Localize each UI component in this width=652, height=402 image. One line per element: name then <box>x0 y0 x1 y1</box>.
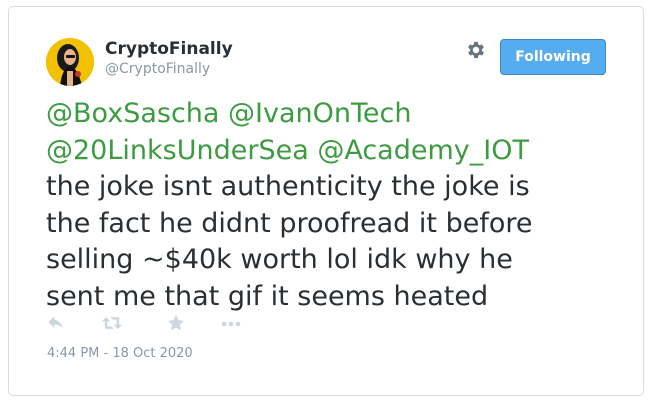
tweet-body-line: selling ~$40k worth lol idk why he <box>46 244 513 276</box>
gear-icon[interactable] <box>465 39 487 61</box>
tweet-body-line: sent me that gif it seems heated <box>46 280 489 312</box>
tweet-timestamp[interactable]: 4:44 PM - 18 Oct 2020 <box>47 346 193 361</box>
mention-link[interactable]: @20LinksUnderSea <box>46 135 309 166</box>
tweet-card: CryptoFinally @CryptoFinally Following @… <box>8 6 644 396</box>
tweet-text: @BoxSascha @IvanOnTech @20LinksUnderSea … <box>46 96 636 316</box>
retweet-icon[interactable] <box>101 313 123 335</box>
tweet-mentions-line-1: @BoxSascha @IvanOnTech <box>46 96 636 133</box>
tweet-body-line: the fact he didnt proofread it before <box>46 207 533 239</box>
avatar[interactable] <box>46 38 94 86</box>
author-handle[interactable]: @CryptoFinally <box>105 61 210 77</box>
avatar-image <box>46 38 94 86</box>
reply-icon[interactable] <box>46 313 68 335</box>
tweet-mentions-line-2: @20LinksUnderSea @Academy_IOT <box>46 133 636 170</box>
tweet-body-line: the joke isnt authenticity the joke is <box>46 171 530 203</box>
mention-link[interactable]: @BoxSascha <box>46 98 219 129</box>
more-icon[interactable] <box>220 313 242 335</box>
following-button[interactable]: Following <box>500 39 606 75</box>
star-icon[interactable] <box>166 313 188 335</box>
mention-link[interactable]: @IvanOnTech <box>228 98 411 129</box>
author-display-name[interactable]: CryptoFinally <box>105 39 233 59</box>
mention-link[interactable]: @Academy_IOT <box>317 135 529 166</box>
